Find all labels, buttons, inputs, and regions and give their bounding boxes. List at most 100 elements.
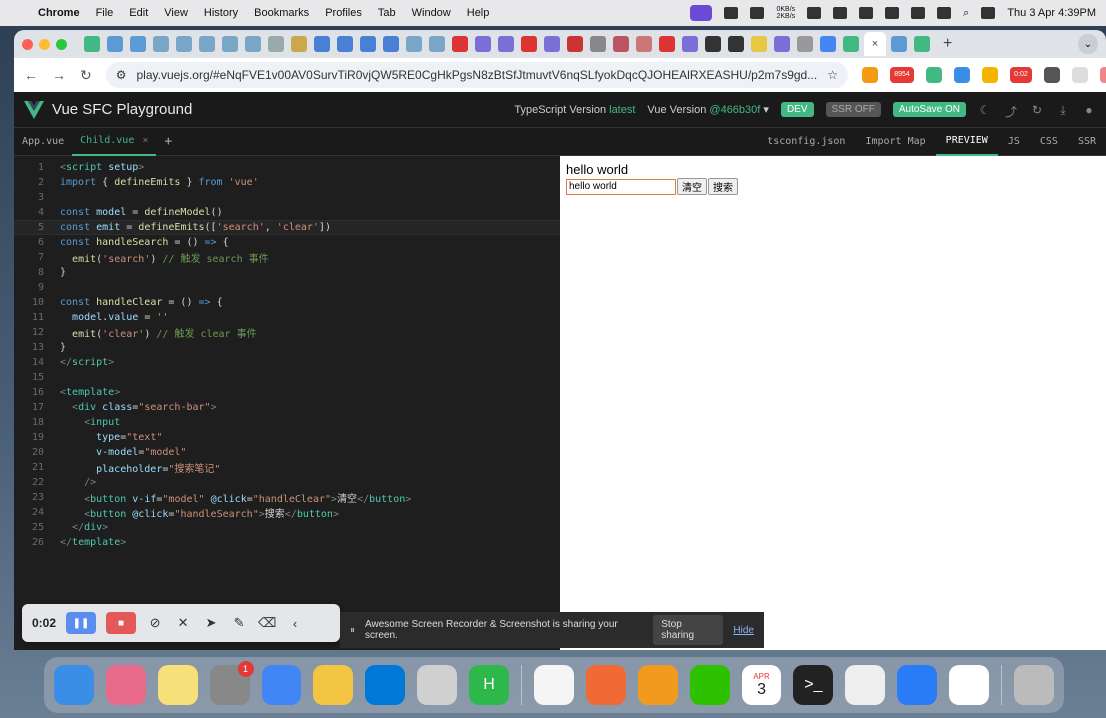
github-tab-icon[interactable]: [705, 36, 721, 52]
tab-favicon[interactable]: [291, 36, 307, 52]
tab-favicon[interactable]: [567, 36, 583, 52]
hide-link[interactable]: Hide: [733, 625, 754, 636]
tab-app-vue[interactable]: App.vue: [14, 128, 72, 156]
tab-favicon[interactable]: [429, 36, 445, 52]
tab-favicon[interactable]: [590, 36, 606, 52]
terminal-icon[interactable]: >_: [793, 665, 834, 705]
search-button[interactable]: 搜索: [708, 178, 738, 195]
reload-button[interactable]: ↻: [80, 67, 92, 84]
tab-ssr[interactable]: SSR: [1068, 128, 1106, 156]
clear-button[interactable]: 清空: [677, 178, 707, 195]
menu-window[interactable]: Window: [412, 7, 451, 19]
wechat-icon[interactable]: [689, 665, 730, 705]
menu-edit[interactable]: Edit: [129, 7, 148, 19]
tab-css[interactable]: CSS: [1030, 128, 1068, 156]
books-icon[interactable]: [637, 665, 678, 705]
cursor-icon[interactable]: ➤: [202, 615, 220, 631]
launchpad-icon[interactable]: [105, 665, 146, 705]
system-settings-icon[interactable]: 1: [209, 661, 254, 705]
tab-favicon[interactable]: [153, 36, 169, 52]
screen-recorder-icon[interactable]: [690, 5, 713, 21]
back-button[interactable]: ←: [24, 67, 38, 83]
tab-favicon[interactable]: [199, 36, 215, 52]
tab-favicon[interactable]: [914, 36, 930, 52]
input-method-icon[interactable]: [937, 7, 952, 19]
tab-import-map[interactable]: Import Map: [855, 128, 935, 156]
menu-bookmarks[interactable]: Bookmarks: [254, 7, 309, 19]
pause-recording-button[interactable]: ❚❚: [66, 612, 97, 634]
close-window-button[interactable]: [22, 38, 33, 50]
tab-favicon[interactable]: [774, 36, 790, 52]
hbuilder-icon[interactable]: H: [469, 665, 510, 705]
menu-view[interactable]: View: [164, 7, 188, 19]
drag-handle-icon[interactable]: ⏸: [350, 625, 355, 636]
tab-favicon[interactable]: [176, 36, 192, 52]
menu-tab[interactable]: Tab: [378, 7, 396, 19]
tab-child-vue[interactable]: Child.vue ×: [72, 128, 157, 156]
ssr-toggle[interactable]: SSR OFF: [825, 102, 881, 117]
tab-favicon[interactable]: [636, 36, 652, 52]
extension-icon[interactable]: [981, 67, 998, 83]
tray-icon[interactable]: [807, 7, 822, 19]
close-icon[interactable]: ×: [142, 135, 148, 146]
code-editor[interactable]: 1 <script setup> 2 import { defineEmits } …: [14, 156, 560, 650]
stop-sharing-button[interactable]: Stop sharing: [653, 615, 724, 645]
tab-favicon[interactable]: [268, 36, 284, 52]
battery-icon[interactable]: [885, 7, 900, 19]
camera-off-icon[interactable]: ⊘: [146, 615, 164, 631]
pen-icon[interactable]: ✎: [230, 615, 248, 631]
clock-icon[interactable]: [845, 665, 886, 705]
close-tab-icon[interactable]: ×: [872, 38, 878, 50]
menu-help[interactable]: Help: [467, 7, 490, 19]
menu-history[interactable]: History: [204, 7, 238, 19]
notes-icon[interactable]: [157, 665, 198, 705]
zoom-window-button[interactable]: [56, 38, 67, 50]
app-icon[interactable]: [897, 665, 938, 705]
tab-favicon[interactable]: [222, 36, 238, 52]
forward-button[interactable]: →: [52, 67, 66, 83]
tab-favicon[interactable]: [475, 36, 491, 52]
download-icon[interactable]: ⤓: [1056, 103, 1070, 117]
control-center-icon[interactable]: [981, 7, 996, 19]
active-tab[interactable]: ×: [864, 32, 886, 56]
tab-tsconfig[interactable]: tsconfig.json: [757, 128, 855, 156]
tab-favicon[interactable]: [797, 36, 813, 52]
vue-devtools-icon[interactable]: [925, 67, 942, 83]
tab-favicon[interactable]: [843, 36, 859, 52]
chrome-icon[interactable]: [261, 665, 302, 705]
tab-favicon[interactable]: [337, 36, 353, 52]
dev-toggle[interactable]: DEV: [780, 102, 814, 117]
calendar-icon[interactable]: APR 3: [741, 665, 782, 705]
wechat-tray-icon[interactable]: [859, 7, 874, 19]
wifi-icon[interactable]: [911, 7, 926, 19]
tab-favicon[interactable]: [406, 36, 422, 52]
tab-favicon[interactable]: [314, 36, 330, 52]
theme-toggle-icon[interactable]: ☾: [978, 103, 992, 117]
tray-icon[interactable]: [724, 7, 739, 19]
extension-icon[interactable]: [861, 67, 878, 83]
google-tab-icon[interactable]: [820, 36, 836, 52]
tab-favicon[interactable]: [751, 36, 767, 52]
extension-icon[interactable]: [1071, 67, 1088, 83]
profile-avatar[interactable]: [1099, 67, 1106, 83]
tab-favicon[interactable]: [498, 36, 514, 52]
autosave-toggle[interactable]: AutoSave ON: [892, 102, 966, 117]
extensions-puzzle-icon[interactable]: [1043, 67, 1060, 83]
search-input[interactable]: [566, 178, 676, 195]
tab-favicon[interactable]: [383, 36, 399, 52]
address-bar[interactable]: ⚙ play.vuejs.org/#eNqFVE1v00AV0SurvTiR0v…: [105, 62, 848, 88]
vue-version[interactable]: Vue Version @466b30f ▾: [647, 103, 769, 116]
finder-icon[interactable]: [54, 665, 94, 705]
tab-favicon[interactable]: [544, 36, 560, 52]
new-tab-button[interactable]: +: [943, 35, 952, 53]
tab-preview[interactable]: PREVIEW: [935, 128, 998, 156]
tab-favicon[interactable]: [659, 36, 675, 52]
tray-icon[interactable]: [750, 7, 765, 19]
typescript-version[interactable]: TypeScript Version latest: [514, 104, 635, 116]
tab-favicon[interactable]: [891, 36, 907, 52]
tab-favicon[interactable]: [682, 36, 698, 52]
simulator-icon[interactable]: [417, 665, 458, 705]
minimize-window-button[interactable]: [39, 38, 50, 50]
stop-recording-button[interactable]: ■: [106, 612, 137, 634]
tab-favicon[interactable]: [245, 36, 261, 52]
